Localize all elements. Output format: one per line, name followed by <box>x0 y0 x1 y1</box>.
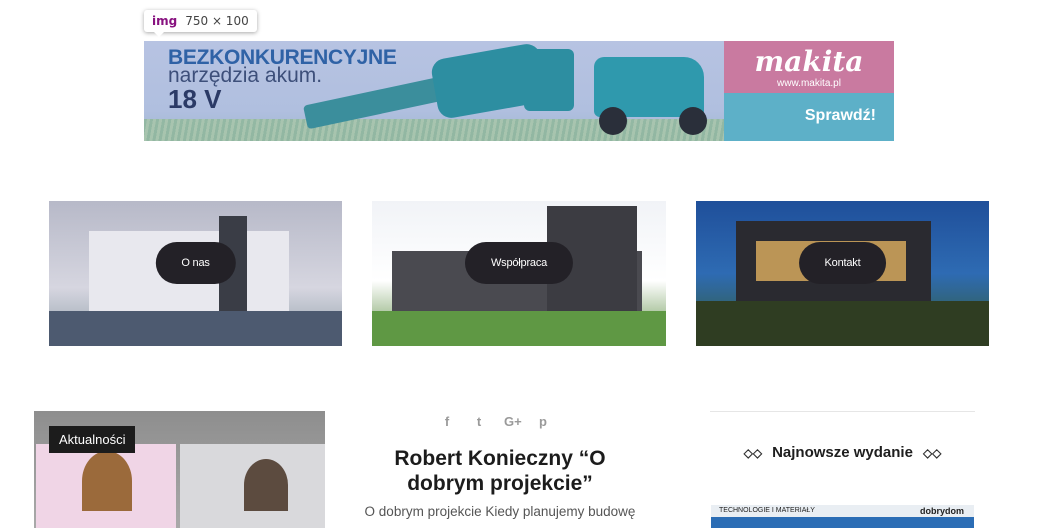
tile-cooperation[interactable]: Współpraca <box>372 201 666 346</box>
makita-url: www.makita.pl <box>777 78 841 89</box>
check-cta[interactable]: Sprawdź! <box>724 93 894 141</box>
latest-issue-label: Najnowsze wydanie <box>772 444 913 461</box>
magazine-section-label: TECHNOLOGIE I MATERIAŁY <box>719 507 815 514</box>
lawn-shape <box>696 301 989 346</box>
speaker-left <box>82 451 132 511</box>
makita-logo-panel: makita www.makita.pl <box>724 41 894 93</box>
makita-logo: makita <box>754 45 864 78</box>
latest-issue-heading: ◇◇ Najnowsze wydanie ◇◇ <box>710 444 975 461</box>
mower-wheel <box>679 107 707 135</box>
facebook-icon[interactable]: f <box>440 414 454 429</box>
pool-shape <box>49 311 342 346</box>
magazine-brand: dobrydom <box>920 506 964 516</box>
pinterest-icon[interactable]: p <box>536 414 550 429</box>
post-title[interactable]: Robert Konieczny “O dobrym projekcie” <box>370 446 630 496</box>
cooperation-pill-button[interactable]: Współpraca <box>464 242 574 284</box>
diamond-ornament-icon: ◇◇ <box>743 445 763 460</box>
check-cta-label: Sprawdź! <box>804 107 876 124</box>
post-excerpt: O dobrym projekcie Kiedy planujemy budow… <box>364 504 636 519</box>
grass-decoration <box>144 119 724 141</box>
category-badge[interactable]: Aktualności <box>49 426 136 453</box>
tile-contact[interactable]: Kontakt <box>696 201 989 346</box>
lawn-shape <box>372 311 666 346</box>
makita-ad-banner[interactable]: BEZKONKURENCYJNE narzędzia akum. 18 V ma… <box>144 41 894 141</box>
twitter-icon[interactable]: t <box>472 414 486 429</box>
about-pill-button[interactable]: O nas <box>155 242 236 284</box>
contact-pill-button[interactable]: Kontakt <box>798 242 887 284</box>
tooltip-dimensions: 750 × 100 <box>185 14 249 28</box>
sidebar-divider <box>710 411 975 412</box>
battery-image <box>524 49 574 111</box>
social-share-bar: f t G+ p <box>440 414 550 429</box>
google-plus-icon[interactable]: G+ <box>504 414 522 429</box>
image-inspector-tooltip: img 750 × 100 <box>144 10 257 37</box>
banner-voltage: 18 V <box>168 84 222 114</box>
tile-about[interactable]: O nas <box>49 201 342 346</box>
mower-wheel <box>599 107 627 135</box>
diamond-ornament-icon: ◇◇ <box>922 445 942 460</box>
tooltip-tag: img <box>152 14 178 28</box>
magazine-cover[interactable]: TECHNOLOGIE I MATERIAŁY dobrydom <box>711 505 974 528</box>
speaker-right <box>244 459 288 511</box>
